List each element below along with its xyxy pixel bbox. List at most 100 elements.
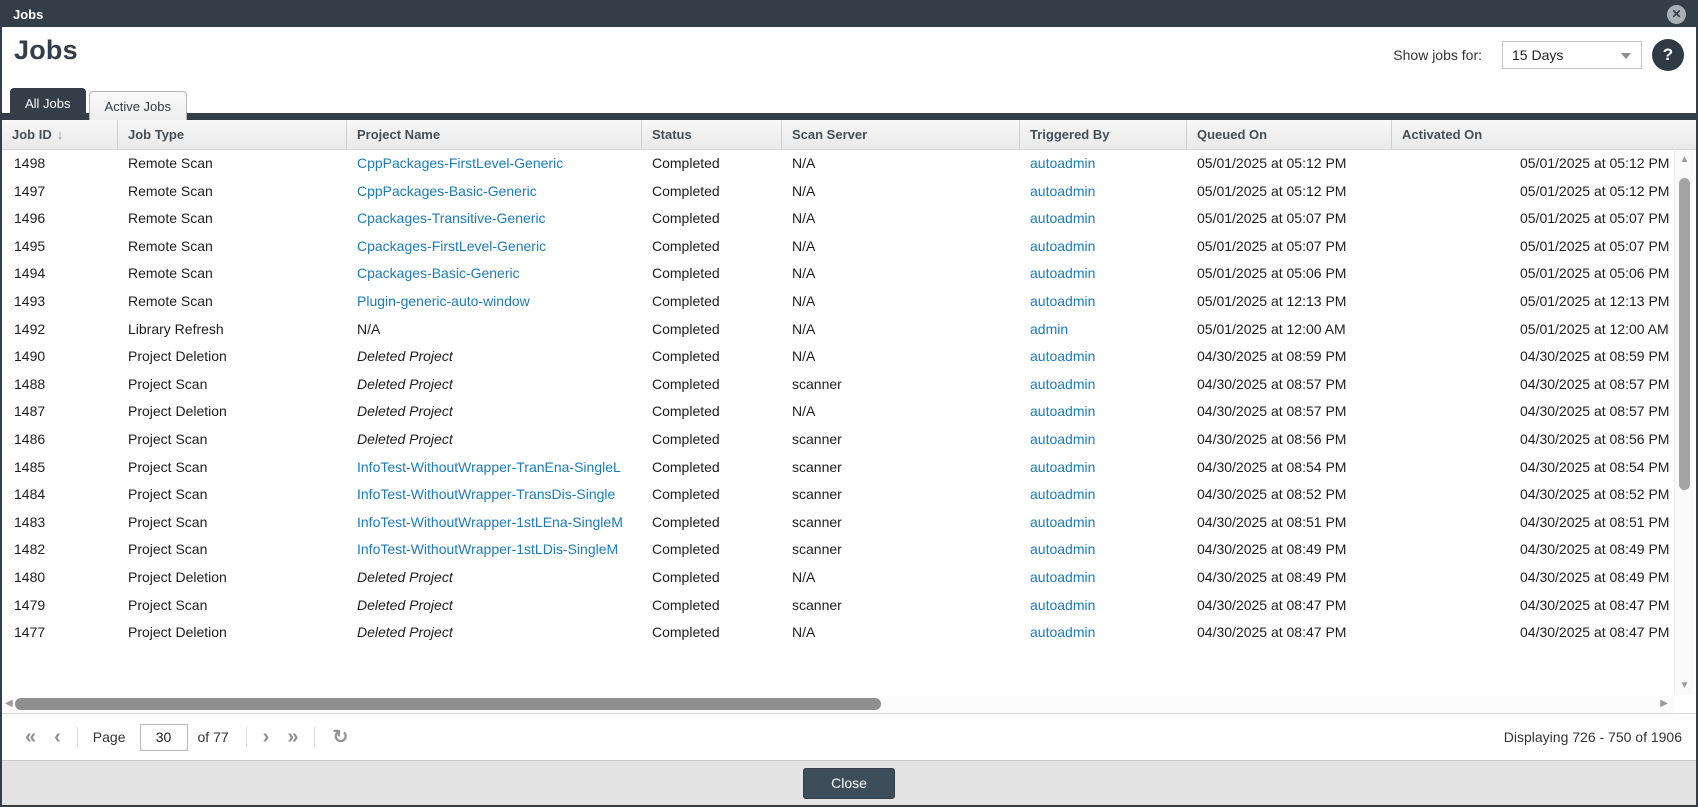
cell-status: Completed: [642, 178, 782, 206]
cell-project-name[interactable]: Plugin-generic-auto-window: [347, 288, 642, 316]
next-page-button[interactable]: ›: [254, 725, 279, 749]
dialog-titlebar: Jobs: [2, 2, 1696, 27]
cell-activated-on: 04/30/2025 at 08:47 PM: [1392, 619, 1674, 647]
column-header-job-type[interactable]: Job Type: [118, 120, 347, 150]
cell-scan-server: scanner: [782, 509, 1020, 537]
cell-scan-server: N/A: [782, 288, 1020, 316]
cell-triggered-by[interactable]: autoadmin: [1020, 398, 1187, 426]
dialog-footer: Close: [2, 760, 1696, 805]
help-icon[interactable]: ?: [1652, 39, 1684, 71]
table-row[interactable]: 1477Project DeletionDeleted ProjectCompl…: [2, 619, 1674, 647]
table-row[interactable]: 1486Project ScanDeleted ProjectCompleted…: [2, 426, 1674, 454]
column-header-job-id[interactable]: Job ID↓: [2, 120, 118, 150]
cell-status: Completed: [642, 481, 782, 509]
cell-triggered-by[interactable]: autoadmin: [1020, 205, 1187, 233]
table-row[interactable]: 1484Project ScanInfoTest-WithoutWrapper-…: [2, 481, 1674, 509]
table-row[interactable]: 1483Project ScanInfoTest-WithoutWrapper-…: [2, 509, 1674, 537]
cell-triggered-by[interactable]: autoadmin: [1020, 371, 1187, 399]
column-header-queued-on[interactable]: Queued On: [1187, 120, 1392, 150]
cell-status: Completed: [642, 592, 782, 620]
tab-all-jobs[interactable]: All Jobs: [10, 88, 86, 120]
table-row[interactable]: 1498Remote ScanCppPackages-FirstLevel-Ge…: [2, 150, 1674, 178]
cell-job-type: Library Refresh: [118, 316, 347, 344]
table-row[interactable]: 1487Project DeletionDeleted ProjectCompl…: [2, 398, 1674, 426]
cell-triggered-by[interactable]: autoadmin: [1020, 288, 1187, 316]
cell-job-id: 1495: [2, 233, 118, 261]
cell-triggered-by[interactable]: autoadmin: [1020, 592, 1187, 620]
table-row[interactable]: 1492Library RefreshN/ACompletedN/Aadmin0…: [2, 316, 1674, 344]
cell-triggered-by[interactable]: autoadmin: [1020, 260, 1187, 288]
column-header-scan-server[interactable]: Scan Server: [782, 120, 1020, 150]
table-row[interactable]: 1493Remote ScanPlugin-generic-auto-windo…: [2, 288, 1674, 316]
table-row[interactable]: 1482Project ScanInfoTest-WithoutWrapper-…: [2, 536, 1674, 564]
table-row[interactable]: 1480Project DeletionDeleted ProjectCompl…: [2, 564, 1674, 592]
cell-project-name[interactable]: CppPackages-FirstLevel-Generic: [347, 150, 642, 178]
cell-triggered-by[interactable]: autoadmin: [1020, 536, 1187, 564]
column-header-activated-on[interactable]: Activated On: [1392, 120, 1696, 150]
cell-activated-on: 04/30/2025 at 08:52 PM: [1392, 481, 1674, 509]
page-number-input[interactable]: [140, 724, 188, 751]
scroll-down-icon[interactable]: ▼: [1675, 680, 1694, 691]
cell-job-type: Project Scan: [118, 592, 347, 620]
vertical-scrollbar[interactable]: ▲ ▼: [1674, 150, 1693, 695]
cell-triggered-by[interactable]: autoadmin: [1020, 564, 1187, 592]
cell-job-id: 1482: [2, 536, 118, 564]
cell-project-name[interactable]: CppPackages-Basic-Generic: [347, 178, 642, 206]
cell-triggered-by[interactable]: autoadmin: [1020, 426, 1187, 454]
cell-activated-on: 05/01/2025 at 05:12 PM: [1392, 178, 1674, 206]
table-row[interactable]: 1494Remote ScanCpackages-Basic-GenericCo…: [2, 260, 1674, 288]
scroll-up-icon[interactable]: ▲: [1675, 154, 1694, 165]
cell-project-name[interactable]: Cpackages-Basic-Generic: [347, 260, 642, 288]
cell-project-name[interactable]: Cpackages-Transitive-Generic: [347, 205, 642, 233]
cell-job-type: Remote Scan: [118, 150, 347, 178]
cell-job-type: Project Scan: [118, 371, 347, 399]
cell-triggered-by[interactable]: autoadmin: [1020, 178, 1187, 206]
close-button[interactable]: Close: [803, 768, 895, 799]
cell-triggered-by[interactable]: admin: [1020, 316, 1187, 344]
scroll-right-icon[interactable]: ▶: [1660, 697, 1668, 711]
cell-project-name[interactable]: InfoTest-WithoutWrapper-1stLDis-SingleM: [347, 536, 642, 564]
cell-triggered-by[interactable]: autoadmin: [1020, 150, 1187, 178]
scroll-left-icon[interactable]: ◀: [5, 697, 13, 711]
last-page-button[interactable]: »: [278, 725, 307, 749]
table-row[interactable]: 1496Remote ScanCpackages-Transitive-Gene…: [2, 205, 1674, 233]
cell-project-name: Deleted Project: [347, 371, 642, 399]
cell-project-name[interactable]: InfoTest-WithoutWrapper-1stLEna-SingleM: [347, 509, 642, 537]
table-row[interactable]: 1485Project ScanInfoTest-WithoutWrapper-…: [2, 454, 1674, 482]
table-row[interactable]: 1490Project DeletionDeleted ProjectCompl…: [2, 343, 1674, 371]
cell-project-name[interactable]: InfoTest-WithoutWrapper-TranEna-SingleL: [347, 454, 642, 482]
cell-queued-on: 05/01/2025 at 05:12 PM: [1187, 150, 1392, 178]
cell-triggered-by[interactable]: autoadmin: [1020, 481, 1187, 509]
cell-job-id: 1486: [2, 426, 118, 454]
cell-triggered-by[interactable]: autoadmin: [1020, 343, 1187, 371]
previous-page-button[interactable]: ‹: [45, 725, 70, 749]
horizontal-scrollbar-thumb[interactable]: [15, 698, 881, 710]
column-header-triggered-by[interactable]: Triggered By: [1020, 120, 1187, 150]
table-row[interactable]: 1479Project ScanDeleted ProjectCompleted…: [2, 592, 1674, 620]
cell-triggered-by[interactable]: autoadmin: [1020, 233, 1187, 261]
table-row[interactable]: 1488Project ScanDeleted ProjectCompleted…: [2, 371, 1674, 399]
toolbar-separator: [246, 727, 247, 747]
tab-active-jobs[interactable]: Active Jobs: [89, 91, 187, 120]
vertical-scrollbar-thumb[interactable]: [1679, 178, 1690, 490]
first-page-button[interactable]: «: [16, 725, 45, 749]
refresh-icon[interactable]: ↻: [322, 726, 358, 749]
cell-status: Completed: [642, 343, 782, 371]
close-icon[interactable]: ✕: [1667, 5, 1686, 24]
cell-triggered-by[interactable]: autoadmin: [1020, 619, 1187, 647]
column-header-project-name[interactable]: Project Name: [347, 120, 642, 150]
cell-status: Completed: [642, 150, 782, 178]
cell-project-name[interactable]: Cpackages-FirstLevel-Generic: [347, 233, 642, 261]
cell-scan-server: N/A: [782, 178, 1020, 206]
horizontal-scrollbar[interactable]: ◀ ▶: [2, 695, 1674, 713]
show-jobs-for-select[interactable]: 15 Days: [1502, 41, 1642, 69]
column-header-status[interactable]: Status: [642, 120, 782, 150]
table-row[interactable]: 1495Remote ScanCpackages-FirstLevel-Gene…: [2, 233, 1674, 261]
cell-triggered-by[interactable]: autoadmin: [1020, 454, 1187, 482]
cell-triggered-by[interactable]: autoadmin: [1020, 509, 1187, 537]
cell-project-name[interactable]: InfoTest-WithoutWrapper-TransDis-Single: [347, 481, 642, 509]
cell-scan-server: scanner: [782, 371, 1020, 399]
cell-job-id: 1494: [2, 260, 118, 288]
table-row[interactable]: 1497Remote ScanCppPackages-Basic-Generic…: [2, 178, 1674, 206]
cell-job-id: 1492: [2, 316, 118, 344]
